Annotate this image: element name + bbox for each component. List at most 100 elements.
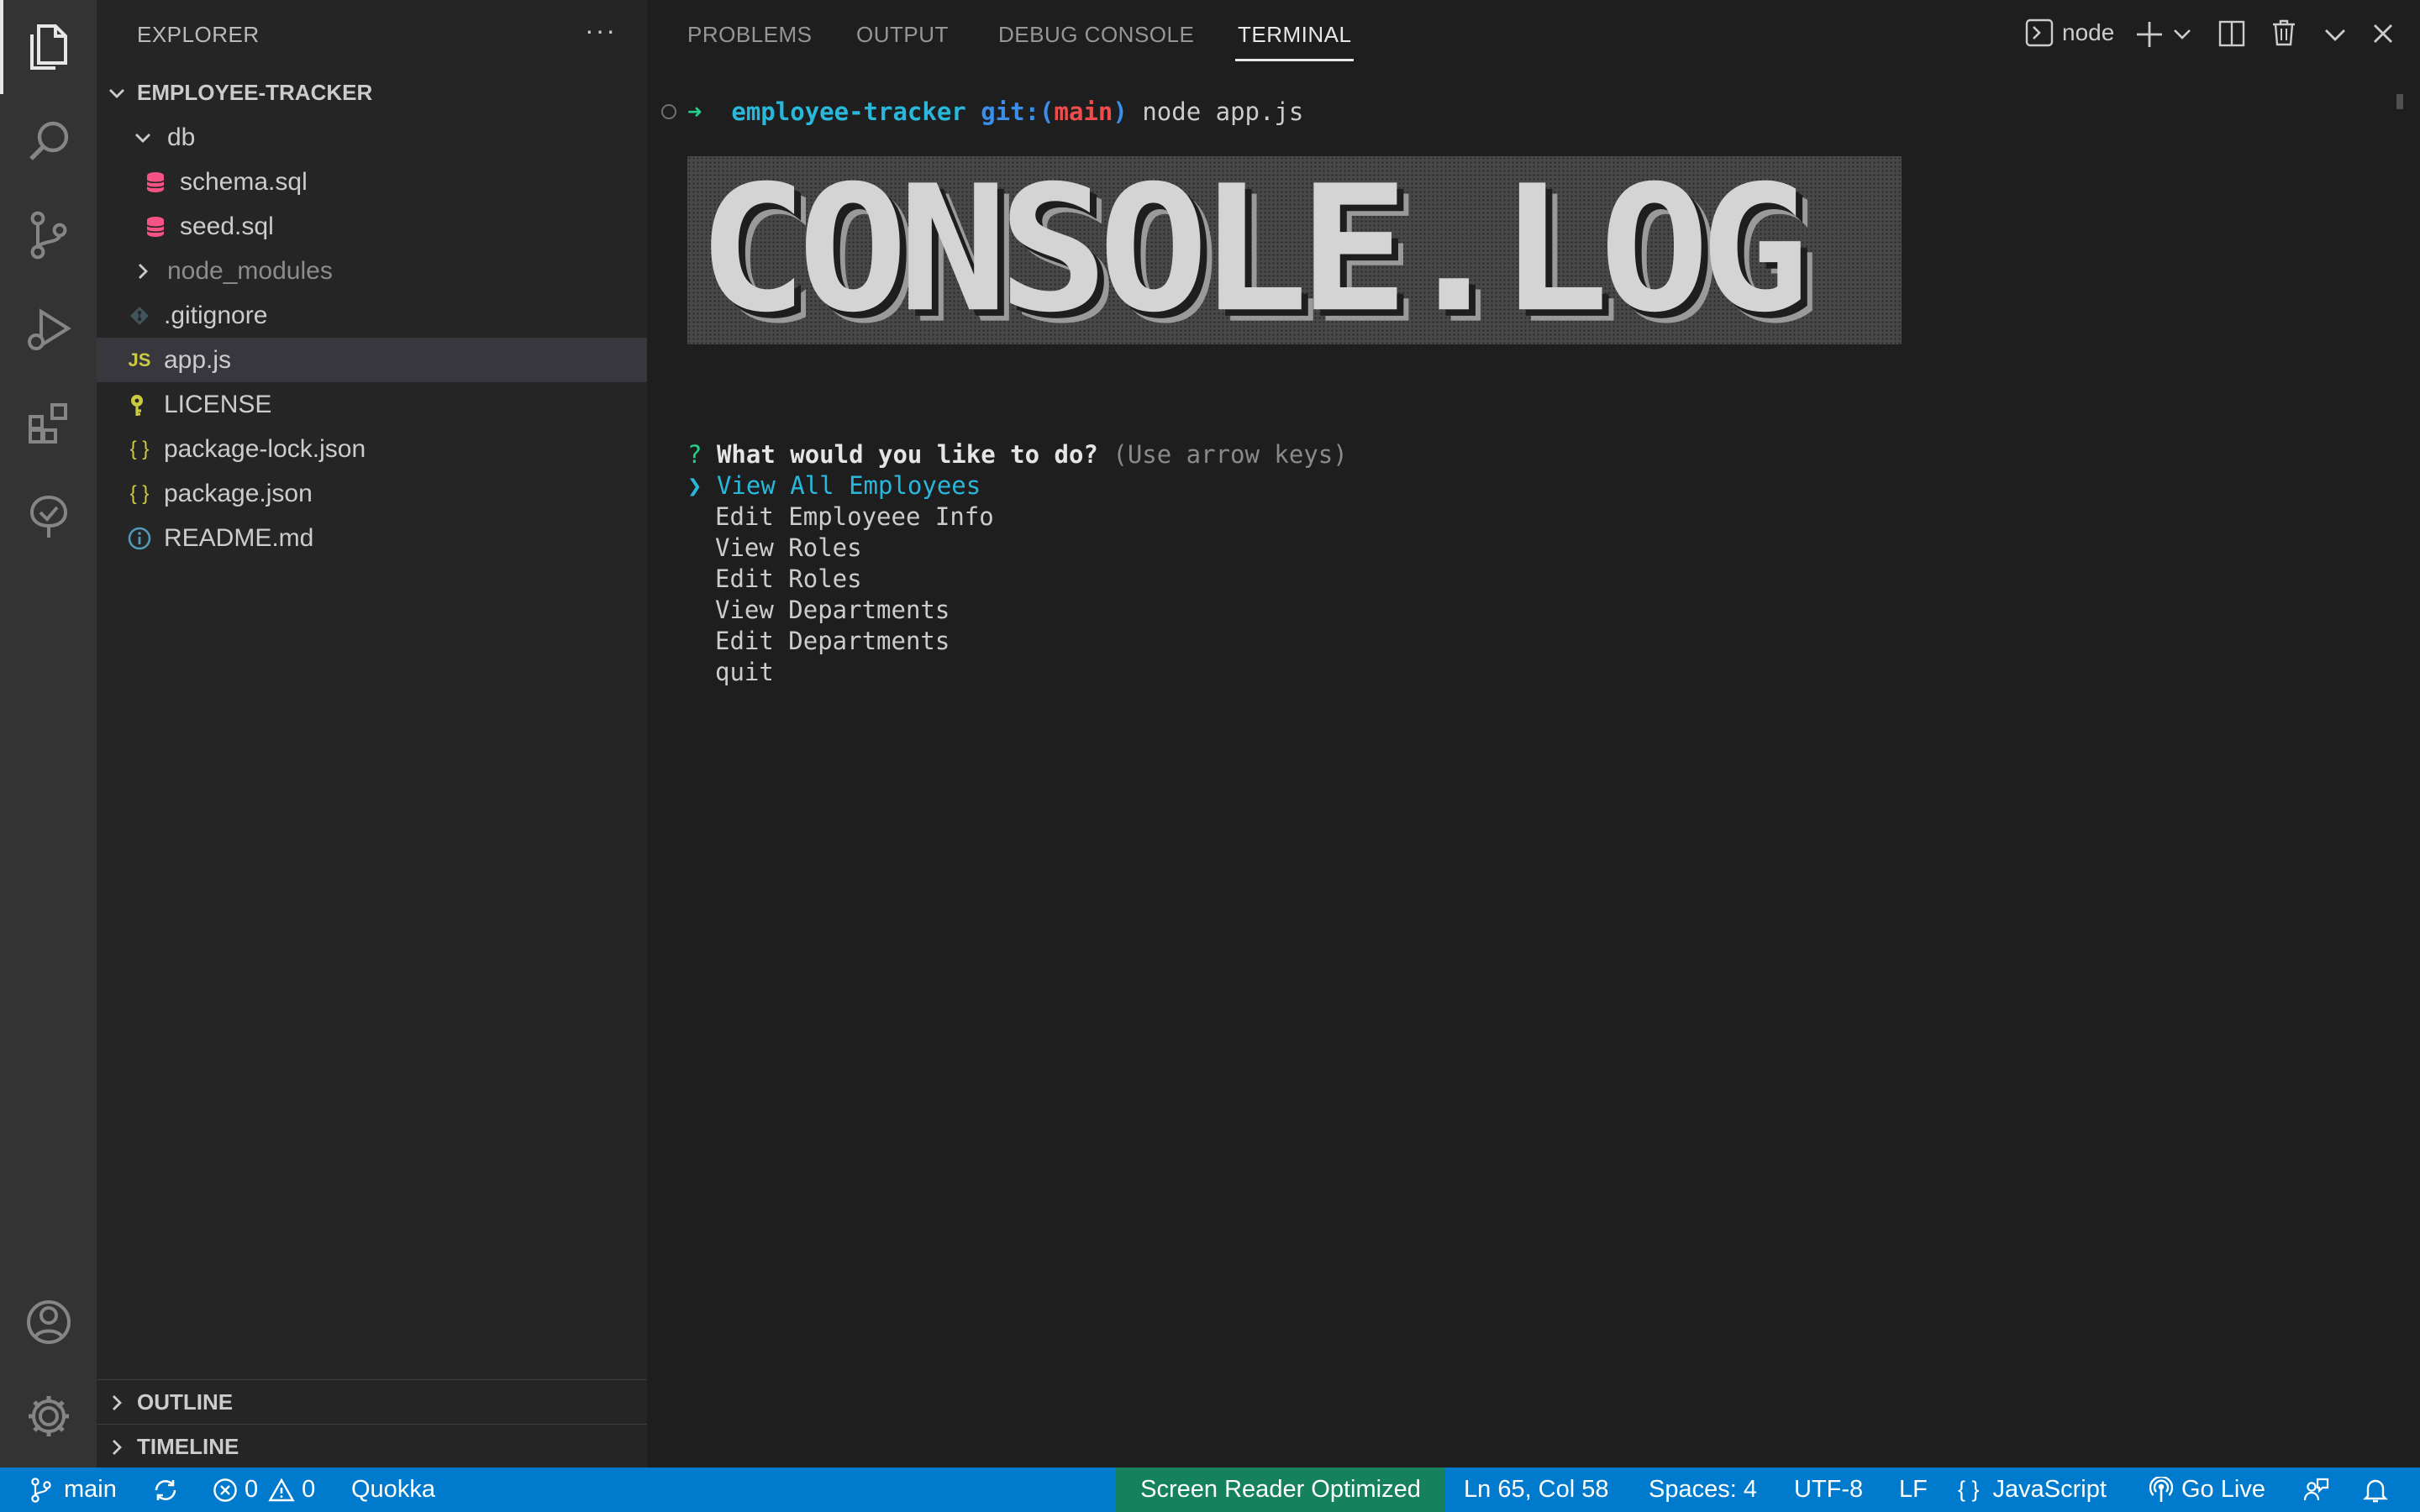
accounts-icon[interactable] <box>0 1275 97 1369</box>
terminal-scrollbar[interactable] <box>2396 94 2403 109</box>
branch-status[interactable]: main <box>30 1467 117 1512</box>
search-icon[interactable] <box>0 94 97 188</box>
source-control-icon[interactable] <box>0 188 97 282</box>
menu-option-selected[interactable]: ❯ View All Employees <box>687 471 981 500</box>
warning-count: 0 <box>302 1476 316 1503</box>
tab-output[interactable]: OUTPUT <box>856 22 949 48</box>
terminal-selector[interactable]: node <box>2025 18 2114 47</box>
outline-label: OUTLINE <box>137 1389 234 1415</box>
encoding[interactable]: UTF-8 <box>1794 1467 1863 1512</box>
chevron-down-icon <box>130 128 155 148</box>
json-file-icon: { } <box>129 437 150 460</box>
menu-option[interactable]: quit <box>715 658 774 686</box>
banner-text: CONSOLE.LOG <box>697 156 1810 344</box>
maximize-panel-button[interactable] <box>2324 24 2346 45</box>
feedback-button[interactable] <box>2302 1467 2329 1512</box>
problems-status[interactable]: 0 0 <box>213 1467 315 1512</box>
pointer-icon: ❯ <box>687 471 702 500</box>
chevron-down-icon <box>2325 29 2345 41</box>
tree-item-label: app.js <box>164 345 232 374</box>
sync-button[interactable] <box>151 1467 180 1512</box>
error-icon <box>213 1478 237 1502</box>
screen-reader-mode[interactable]: Screen Reader Optimized <box>1116 1467 1445 1512</box>
split-terminal-button[interactable] <box>2218 20 2245 47</box>
question-text: What would you like to do? <box>716 440 1098 469</box>
command-decoration-circle[interactable] <box>661 104 676 119</box>
chevron-down-icon <box>107 83 130 103</box>
error-count: 0 <box>245 1476 259 1503</box>
indentation[interactable]: Spaces: 4 <box>1649 1467 1757 1512</box>
more-actions-icon[interactable]: ··· <box>585 15 617 46</box>
tree-item-label: db <box>167 123 196 151</box>
terminal-dropdown-button[interactable] <box>2173 25 2191 44</box>
kill-terminal-button[interactable] <box>2270 18 2297 47</box>
feedback-icon <box>2303 1478 2329 1500</box>
tree-item-label: README.md <box>164 523 314 552</box>
branch-name: main <box>64 1476 117 1503</box>
cursor-position[interactable]: Ln 65, Col 58 <box>1464 1467 1609 1512</box>
outline-section-header[interactable]: OUTLINE <box>97 1379 647 1425</box>
prompt-line: ➜ employee-tracker git:(main) node app.j… <box>687 97 1303 126</box>
new-terminal-button[interactable] <box>2135 20 2164 49</box>
bell-icon <box>2363 1479 2388 1502</box>
manage-gear-icon[interactable] <box>0 1369 97 1463</box>
language-mode[interactable]: { } JavaScript <box>1958 1467 2107 1512</box>
menu-option[interactable]: View Roles <box>715 533 862 562</box>
tree-item-schema-sql[interactable]: schema.sql <box>97 160 693 204</box>
terminal-icon <box>2025 18 2054 47</box>
run-debug-icon[interactable] <box>0 282 97 376</box>
language-name: JavaScript <box>1992 1476 2107 1503</box>
chevron-right-icon <box>130 261 155 281</box>
tree-item-package-lock-json[interactable]: { } package-lock.json <box>97 427 677 471</box>
status-bar: main 0 0 Quokka Screen Reader Optimized … <box>0 1467 2420 1512</box>
tree-item-db[interactable]: db <box>97 115 681 160</box>
testing-icon[interactable] <box>0 470 97 564</box>
sync-icon <box>155 1479 176 1500</box>
question-mark: ? <box>687 440 702 469</box>
extensions-icon[interactable] <box>0 376 97 470</box>
tree-item-label: seed.sql <box>180 212 274 240</box>
tree-item-app-js[interactable]: JS app.js <box>97 338 677 382</box>
git-branch-icon <box>31 1477 51 1503</box>
prompt-directory: employee-tracker <box>731 97 966 126</box>
tree-item-package-json[interactable]: { } package.json <box>97 471 677 516</box>
quokka-status[interactable]: Quokka <box>351 1467 435 1512</box>
close-panel-button[interactable] <box>2371 22 2395 45</box>
tree-item-label: package.json <box>164 479 313 507</box>
project-folder-header[interactable]: EMPLOYEE-TRACKER <box>97 71 647 115</box>
question-line: ? What would you like to do? (Use arrow … <box>687 440 1348 469</box>
go-live-button[interactable]: Go Live <box>2149 1467 2265 1512</box>
menu-option-label: View All Employees <box>716 471 981 500</box>
menu-option[interactable]: Edit Roles <box>715 564 862 593</box>
broadcast-icon <box>2149 1476 2173 1502</box>
tree-item-readme-md[interactable]: README.md <box>97 516 677 560</box>
terminal-name: node <box>2062 19 2115 45</box>
tab-problems[interactable]: PROBLEMS <box>687 22 813 48</box>
activity-bar <box>0 0 97 1467</box>
tree-item-label: LICENSE <box>164 390 272 418</box>
menu-option[interactable]: View Departments <box>715 596 950 624</box>
warning-icon <box>268 1478 295 1501</box>
git-icon <box>127 306 152 326</box>
tree-item-license[interactable]: LICENSE <box>97 382 677 427</box>
ascii-banner: CONSOLE.LOG <box>687 156 1902 344</box>
menu-option[interactable]: Edit Departments <box>715 627 950 655</box>
prompt-command: node app.js <box>1142 97 1304 126</box>
question-hint: (Use arrow keys) <box>1113 440 1348 469</box>
end-of-line[interactable]: LF <box>1899 1467 1928 1512</box>
timeline-section-header[interactable]: TIMELINE <box>97 1424 647 1469</box>
tab-terminal[interactable]: TERMINAL <box>1238 22 1351 48</box>
explorer-files-icon[interactable] <box>0 0 97 94</box>
tree-item-gitignore[interactable]: .gitignore <box>97 293 677 338</box>
js-file-icon: JS <box>128 349 151 370</box>
notifications-button[interactable] <box>2363 1467 2388 1512</box>
menu-option[interactable]: Edit Employeee Info <box>715 502 994 531</box>
trash-icon <box>2273 19 2295 46</box>
tree-item-seed-sql[interactable]: seed.sql <box>97 204 693 249</box>
explorer-sidebar: EXPLORER ··· EMPLOYEE-TRACKER db schema.… <box>97 0 677 1469</box>
tab-debug-console[interactable]: DEBUG CONSOLE <box>998 22 1194 48</box>
tree-item-label: node_modules <box>167 256 333 285</box>
tree-item-node-modules[interactable]: node_modules <box>97 249 681 293</box>
info-icon <box>127 527 152 550</box>
database-icon <box>143 171 168 194</box>
